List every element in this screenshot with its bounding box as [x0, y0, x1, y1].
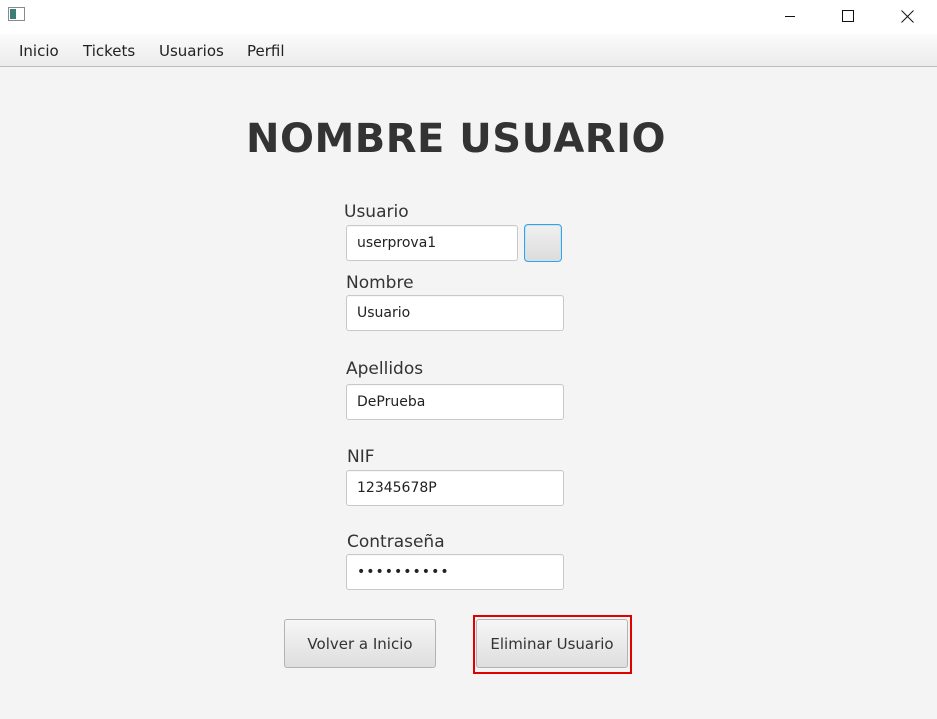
menu-item-inicio[interactable]: Inicio: [19, 42, 59, 60]
volver-a-inicio-button[interactable]: Volver a Inicio: [284, 619, 436, 668]
menu-bar: Inicio Tickets Usuarios Perfil: [0, 34, 937, 67]
usuario-input[interactable]: [346, 225, 518, 261]
menu-item-tickets[interactable]: Tickets: [83, 42, 135, 60]
apellidos-label: Apellidos: [346, 359, 424, 379]
nombre-label: Nombre: [346, 273, 414, 293]
page-title: NOMBRE USUARIO: [245, 116, 666, 162]
maximize-button[interactable]: [825, 0, 871, 32]
minimize-button[interactable]: [767, 0, 813, 32]
app-window-icon: [8, 7, 25, 21]
minimize-icon: [785, 16, 795, 17]
apellidos-input[interactable]: [346, 384, 564, 420]
contrasena-label: Contraseña: [347, 532, 445, 552]
usuario-label: Usuario: [344, 202, 409, 222]
maximize-icon: [842, 10, 854, 22]
close-button[interactable]: [884, 0, 930, 32]
nif-input[interactable]: [346, 470, 564, 506]
contrasena-input[interactable]: [346, 554, 564, 590]
eliminar-usuario-button[interactable]: Eliminar Usuario: [476, 619, 628, 668]
close-icon: [900, 9, 914, 23]
window-titlebar: [0, 0, 937, 34]
nif-label: NIF: [347, 447, 375, 467]
nombre-input[interactable]: [346, 295, 564, 331]
usuario-action-button[interactable]: [524, 224, 562, 262]
menu-item-perfil[interactable]: Perfil: [247, 42, 285, 60]
menu-item-usuarios[interactable]: Usuarios: [159, 42, 224, 60]
